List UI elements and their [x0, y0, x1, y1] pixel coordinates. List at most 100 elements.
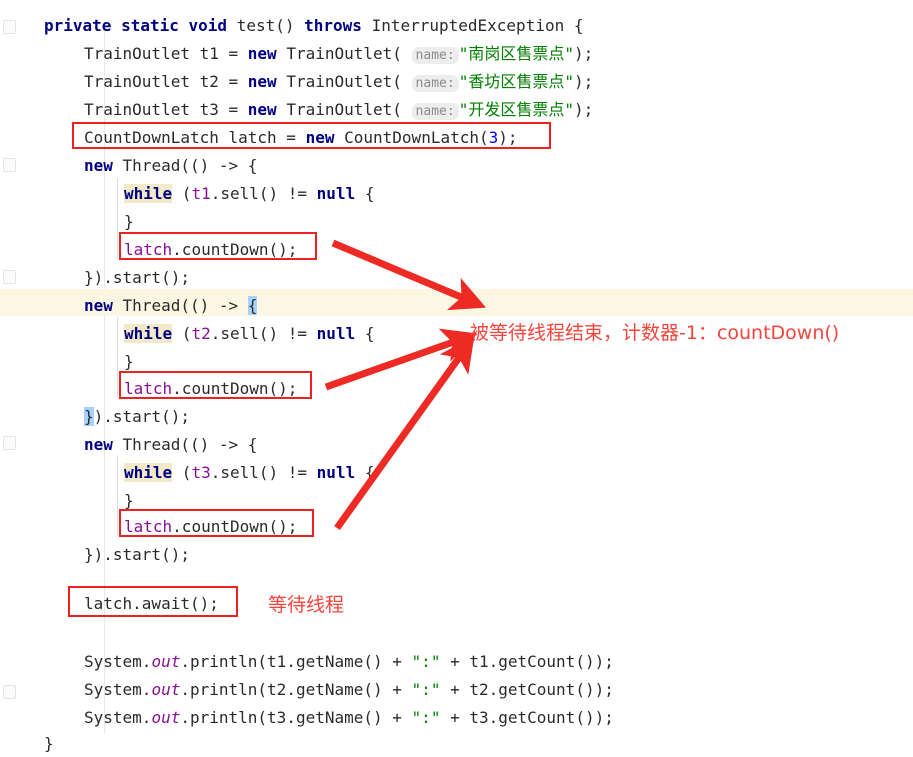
token-text: t1 =	[189, 44, 248, 63]
token-text: System.	[84, 652, 152, 671]
lambda-gutter-icon[interactable]	[3, 270, 16, 284]
token-type: TrainOutlet	[84, 100, 190, 119]
token-text: );	[573, 72, 594, 91]
token-string: "南岗区售票点"	[458, 44, 574, 63]
token-keyword-highlighted: while	[124, 463, 173, 482]
token-string: ":"	[411, 652, 441, 671]
token-text: );	[498, 128, 518, 147]
token-brace: }	[124, 352, 134, 371]
editor-gutter[interactable]	[0, 0, 22, 752]
code-line[interactable]: }	[124, 487, 913, 514]
token-keyword: null	[316, 324, 356, 343]
parameter-hint: name:	[411, 75, 459, 92]
code-line[interactable]: TrainOutlet t3 = new TrainOutlet( name: "…	[84, 96, 913, 123]
code-line[interactable]: CountDownLatch latch = new CountDownLatc…	[84, 124, 913, 151]
token-method-name: test()	[236, 16, 295, 35]
token-text: .println(	[180, 680, 268, 699]
code-line[interactable]: new Thread(() -> {	[84, 292, 913, 319]
code-line[interactable]: while (t1.sell() != null {	[124, 180, 913, 207]
parameter-hint: name:	[411, 103, 459, 120]
token-text: (() -> {	[180, 435, 258, 454]
lambda-gutter-icon[interactable]	[3, 685, 16, 699]
token-keyword: new	[305, 128, 335, 147]
token-string: ":"	[411, 708, 441, 727]
code-line[interactable]: System.out.println(t3.getName() + ":" + …	[84, 704, 913, 731]
parameter-hint: name:	[411, 47, 459, 64]
code-line[interactable]: }).start();	[84, 541, 913, 568]
code-line[interactable]: }	[44, 730, 913, 757]
token-text: + t1.getCount());	[440, 652, 614, 671]
matching-brace-highlight: }	[84, 407, 94, 426]
token-keyword: new	[84, 435, 113, 454]
token-variable: t1	[191, 184, 211, 203]
code-line[interactable]: TrainOutlet t2 = new TrainOutlet( name: "…	[84, 68, 913, 95]
token-variable: t3	[191, 463, 211, 482]
code-line[interactable]: System.out.println(t1.getName() + ":" + …	[84, 648, 913, 675]
token-static-field: out	[151, 652, 181, 671]
token-text: =	[276, 128, 306, 147]
token-brace: }	[124, 212, 134, 231]
token-text: t3 =	[189, 100, 248, 119]
token-method-call: .countDown();	[172, 379, 298, 398]
token-method-call: .countDown();	[172, 517, 298, 536]
token-keyword: new	[247, 44, 277, 63]
code-line[interactable]: private static void test() throws Interr…	[44, 12, 913, 39]
code-line[interactable]: }	[124, 208, 913, 235]
token-type: Thread	[122, 296, 181, 315]
token-keyword: void	[188, 16, 228, 35]
token-type: TrainOutlet	[84, 72, 190, 91]
token-text: (	[392, 44, 412, 63]
token-text: {	[355, 184, 375, 203]
token-text: (	[392, 72, 412, 91]
token-keyword: new	[247, 100, 277, 119]
token-method-call: latch.await();	[84, 594, 219, 613]
token-text: (	[392, 100, 412, 119]
token-type: CountDownLatch	[84, 128, 219, 147]
code-line[interactable]: new Thread(() -> {	[84, 431, 913, 458]
token-variable: latch	[124, 517, 173, 536]
code-line[interactable]: latch.countDown();	[124, 513, 913, 540]
token-brace: {	[564, 16, 584, 35]
code-line[interactable]: System.out.println(t2.getName() + ":" + …	[84, 676, 913, 703]
token-text: + t3.getCount());	[440, 708, 614, 727]
token-keyword: null	[316, 184, 356, 203]
token-static-field: out	[151, 680, 181, 699]
code-line[interactable]: latch.await();	[84, 590, 913, 617]
token-text: t2.getName() +	[267, 680, 412, 699]
token-type: Thread	[122, 435, 181, 454]
code-line[interactable]: }	[124, 348, 913, 375]
token-number: 3	[488, 128, 499, 147]
token-type: InterruptedException	[371, 16, 565, 35]
token-text: .sell() !=	[210, 463, 317, 482]
token-text: + t2.getCount());	[440, 680, 614, 699]
token-text: (	[172, 324, 192, 343]
code-line[interactable]: while (t3.sell() != null {	[124, 459, 913, 486]
lambda-gutter-icon[interactable]	[3, 158, 16, 172]
lambda-gutter-icon[interactable]	[3, 20, 16, 34]
token-keyword: new	[84, 296, 113, 315]
token-text: .sell() !=	[210, 184, 317, 203]
token-keyword: private	[44, 16, 112, 35]
code-line[interactable]: latch.countDown();	[124, 236, 913, 263]
indent-guide	[117, 317, 118, 398]
lambda-gutter-icon[interactable]	[3, 436, 16, 450]
code-line[interactable]: TrainOutlet t1 = new TrainOutlet( name: "…	[84, 40, 913, 67]
code-line[interactable]: latch.countDown();	[124, 375, 913, 402]
token-text: .sell() !=	[210, 324, 317, 343]
code-line[interactable]: }).start();	[84, 403, 913, 430]
token-type: TrainOutlet	[286, 72, 393, 91]
code-line[interactable]: }).start();	[84, 264, 913, 291]
token-keyword: new	[84, 156, 113, 175]
code-editor[interactable]: private static void test() throws Interr…	[0, 0, 913, 753]
annotation-countdown-label: 被等待线程结束，计数器-1：countDown()	[470, 322, 840, 344]
token-keyword-highlighted: while	[124, 184, 173, 203]
token-variable: t2	[191, 324, 211, 343]
token-text: (() ->	[180, 296, 248, 315]
code-line[interactable]: new Thread(() -> {	[84, 152, 913, 179]
token-type: TrainOutlet	[84, 44, 190, 63]
token-text: ).start();	[93, 407, 190, 426]
token-text: .println(	[180, 708, 268, 727]
